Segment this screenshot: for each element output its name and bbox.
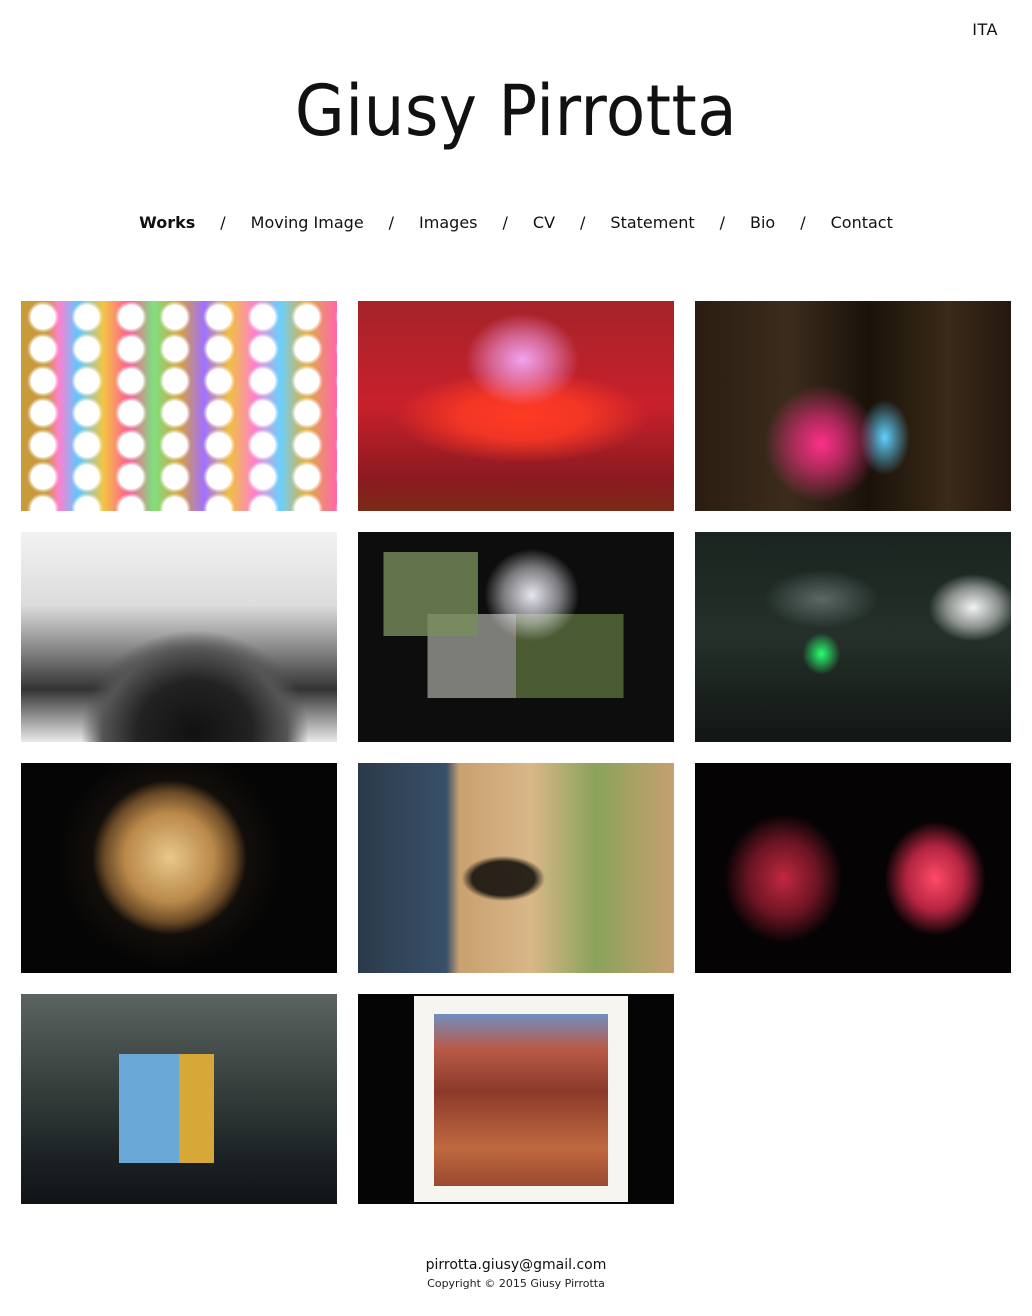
nav-separator: / bbox=[580, 213, 586, 232]
copyright-text: Copyright © 2015 Giusy Pirrotta bbox=[427, 1277, 605, 1290]
work-image bbox=[21, 763, 337, 973]
site-title[interactable]: Giusy Pirrotta bbox=[41, 70, 990, 152]
work-thumbnail[interactable] bbox=[695, 301, 1011, 511]
work-image bbox=[358, 994, 674, 1204]
nav-item-cv[interactable]: CV bbox=[533, 213, 555, 232]
work-thumbnail[interactable] bbox=[695, 763, 1011, 973]
work-image bbox=[21, 994, 337, 1204]
work-image bbox=[695, 301, 1011, 511]
work-image bbox=[358, 301, 674, 511]
main-nav: Works / Moving Image / Images / CV / Sta… bbox=[0, 213, 1032, 232]
nav-separator: / bbox=[220, 213, 226, 232]
work-thumbnail[interactable] bbox=[695, 532, 1011, 742]
nav-separator: / bbox=[502, 213, 508, 232]
footer: pirrotta.giusy@gmail.com Copyright © 201… bbox=[0, 1257, 1032, 1290]
work-image bbox=[695, 532, 1011, 742]
nav-separator: / bbox=[719, 213, 725, 232]
work-thumbnail[interactable] bbox=[21, 301, 337, 511]
work-image bbox=[21, 532, 337, 742]
nav-item-statement[interactable]: Statement bbox=[610, 213, 694, 232]
work-thumbnail[interactable] bbox=[358, 301, 674, 511]
nav-item-works[interactable]: Works bbox=[139, 213, 195, 232]
work-thumbnail[interactable] bbox=[21, 532, 337, 742]
work-image bbox=[358, 532, 674, 742]
nav-item-moving-image[interactable]: Moving Image bbox=[251, 213, 364, 232]
language-toggle[interactable]: ITA bbox=[972, 20, 998, 39]
work-thumbnail[interactable] bbox=[358, 994, 674, 1204]
contact-email-link[interactable]: pirrotta.giusy@gmail.com bbox=[0, 1257, 1032, 1273]
nav-item-contact[interactable]: Contact bbox=[831, 213, 893, 232]
works-gallery bbox=[21, 301, 1011, 1204]
page: ITA Giusy Pirrotta Works / Moving Image … bbox=[0, 0, 1032, 1316]
nav-separator: / bbox=[800, 213, 806, 232]
nav-separator: / bbox=[388, 213, 395, 232]
nav-item-images[interactable]: Images bbox=[419, 213, 477, 232]
nav-item-bio[interactable]: Bio bbox=[750, 213, 775, 232]
work-thumbnail[interactable] bbox=[358, 532, 674, 742]
work-image bbox=[21, 301, 337, 511]
work-thumbnail[interactable] bbox=[358, 763, 674, 973]
work-thumbnail[interactable] bbox=[21, 763, 337, 973]
work-thumbnail[interactable] bbox=[21, 994, 337, 1204]
work-image bbox=[358, 763, 674, 973]
work-image bbox=[695, 763, 1011, 973]
